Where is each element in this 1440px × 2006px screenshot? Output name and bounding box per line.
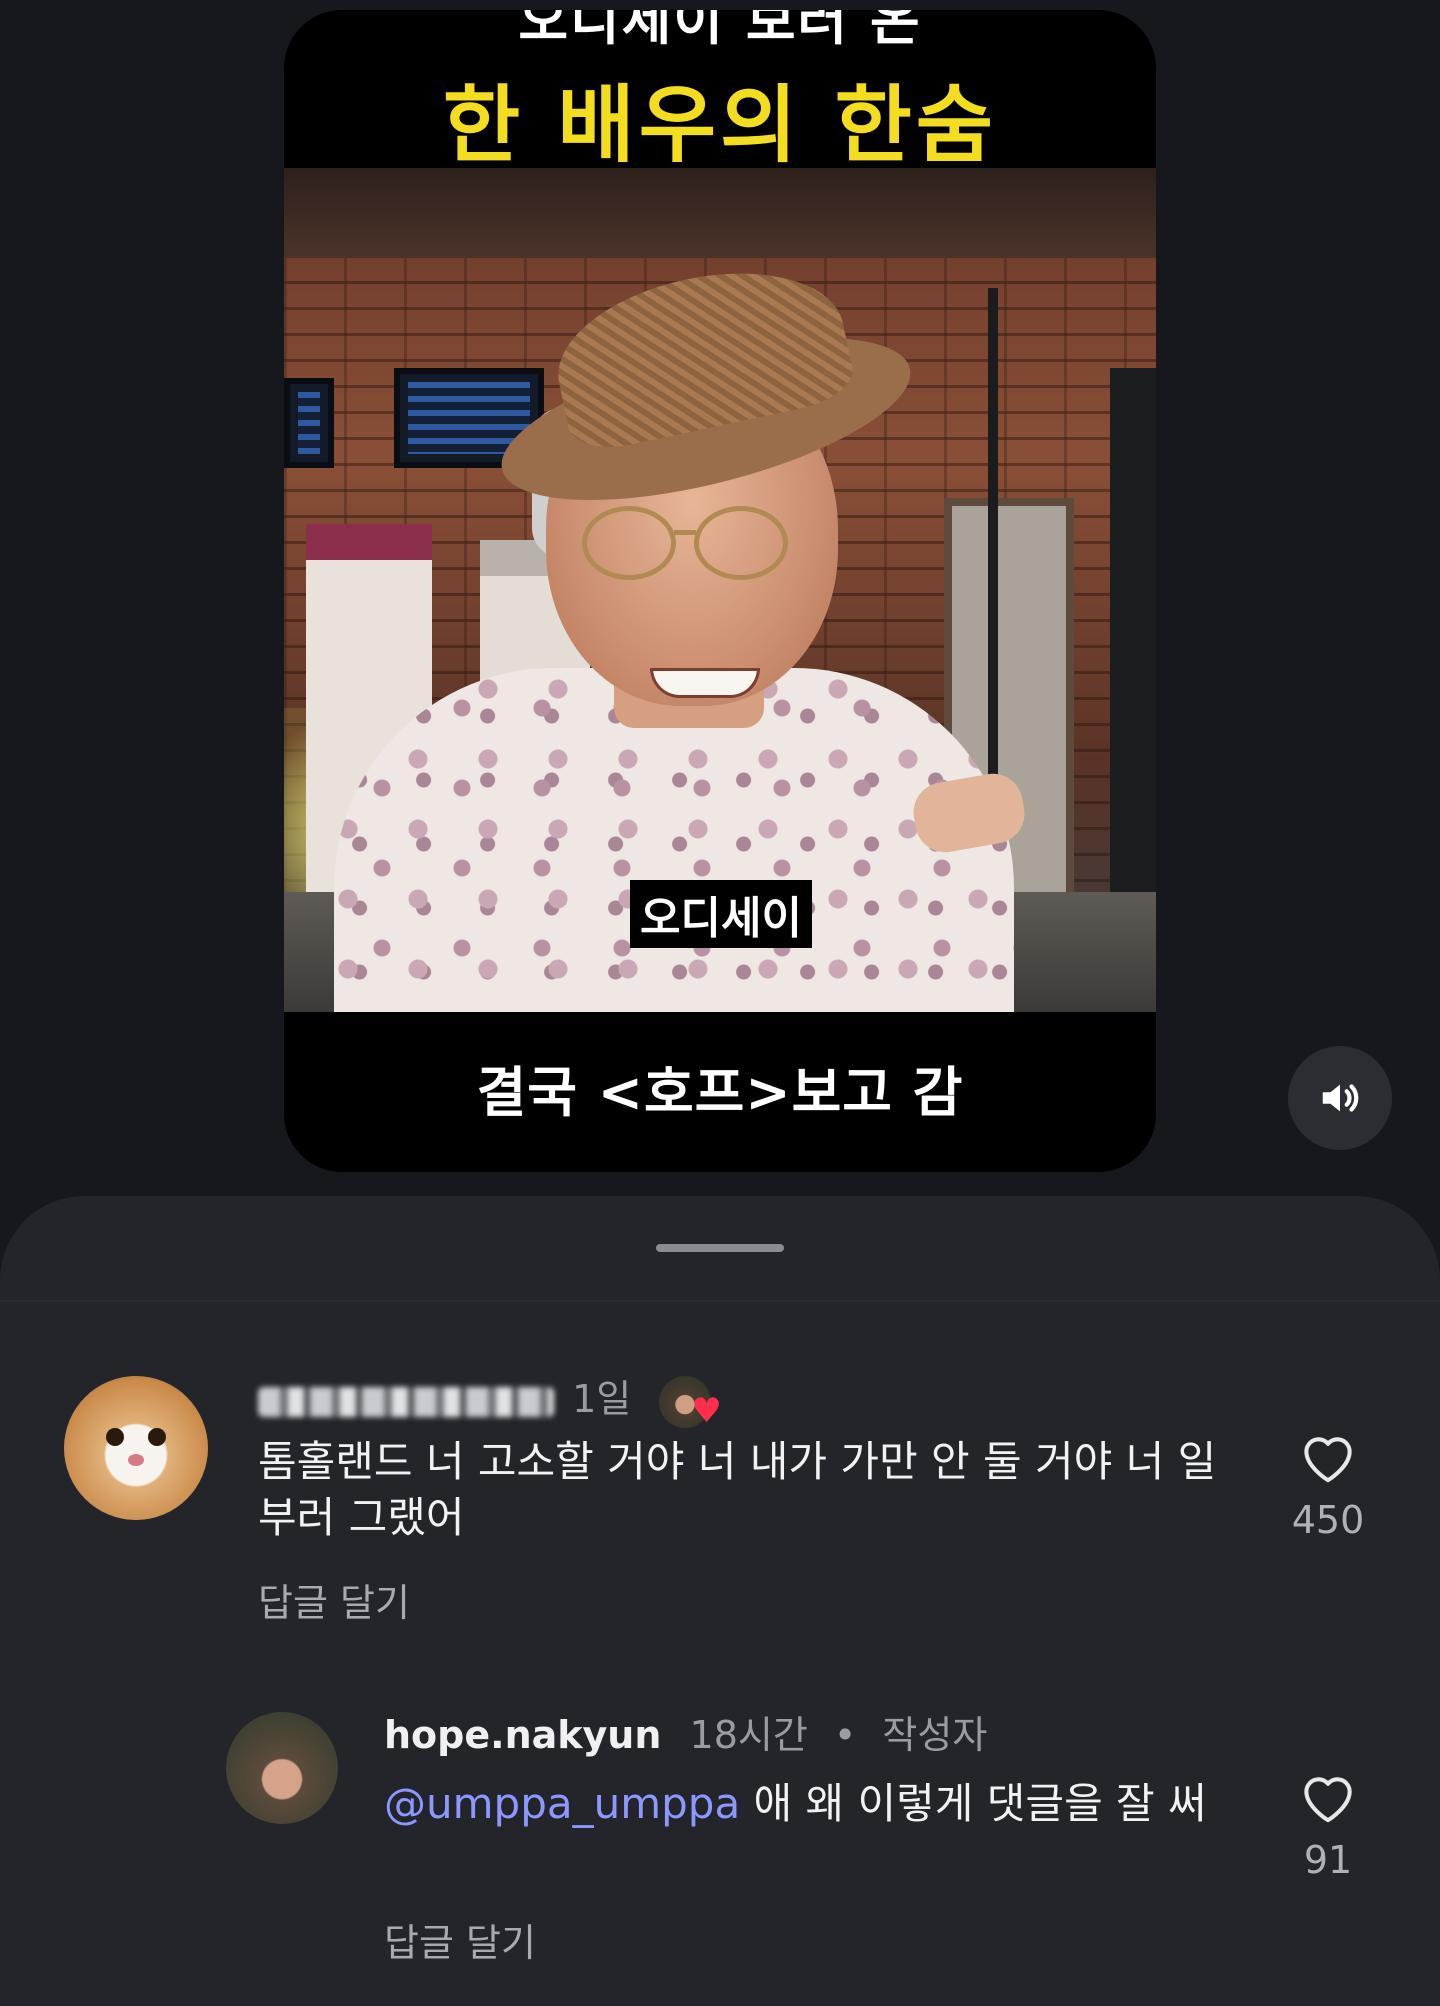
separator: •: [833, 1713, 857, 1757]
mute-toggle-button[interactable]: [1288, 1046, 1392, 1150]
video-caption: 결국 <호프>보고 감: [476, 1061, 964, 1124]
reply-button[interactable]: 답글 달기: [384, 1912, 536, 1967]
avatar[interactable]: [226, 1712, 338, 1824]
comment-text: @umppa_umppa 애 왜 이렇게 댓글을 잘 써: [384, 1776, 1244, 1832]
like-group: 91: [1268, 1768, 1388, 1882]
username[interactable]: hope.nakyun: [384, 1713, 661, 1757]
heart-outline-icon[interactable]: [1297, 1428, 1359, 1484]
mention-link[interactable]: @umppa_umppa: [384, 1779, 740, 1828]
like-count: 450: [1291, 1498, 1365, 1542]
video-top-text: 오디세이 보러 온: [518, 10, 922, 52]
comment-header: 1일 ♥: [258, 1368, 722, 1428]
username-blurred[interactable]: [258, 1386, 554, 1417]
avatar[interactable]: [64, 1376, 208, 1520]
comment-time: 1일: [572, 1377, 632, 1421]
sheet-drag-handle[interactable]: [656, 1244, 784, 1252]
reply-button[interactable]: 답글 달기: [258, 1572, 410, 1627]
comment-text: 톰홀랜드 너 고소할 거야 너 내가 가만 안 둘 거야 너 일부러 그랬어: [258, 1437, 1217, 1542]
like-group: 450: [1268, 1428, 1388, 1542]
creator-liked-badge: ♥: [659, 1375, 722, 1428]
comment-header: hope.nakyun 18시간 • 작성자: [384, 1704, 987, 1759]
heart-outline-icon[interactable]: [1297, 1768, 1359, 1824]
app-root: 오디세이 보러 온 한 배우의 한숨 오디세이 결국 <호프>보고 감 1일 ♥…: [0, 0, 1440, 2006]
heart-icon: ♥: [691, 1390, 722, 1431]
author-badge: 작성자: [882, 1713, 988, 1757]
video-frame: 오디세이: [284, 168, 1156, 1012]
comment-text-rest: 애 왜 이렇게 댓글을 잘 써: [740, 1779, 1207, 1828]
video-subtitle: 오디세이: [630, 880, 812, 948]
sheet-divider: [0, 1300, 1440, 1302]
speaker-volume-icon: [1322, 1084, 1359, 1112]
video-headline: 한 배우의 한숨: [442, 76, 998, 174]
video-player[interactable]: 오디세이 보러 온 한 배우의 한숨 오디세이 결국 <호프>보고 감: [284, 10, 1156, 1172]
like-count: 91: [1303, 1838, 1353, 1882]
comments-sheet[interactable]: 1일 ♥ 톰홀랜드 너 고소할 거야 너 내가 가만 안 둘 거야 너 일부러 …: [0, 1196, 1440, 2006]
comment-time: 18시간: [689, 1713, 808, 1757]
